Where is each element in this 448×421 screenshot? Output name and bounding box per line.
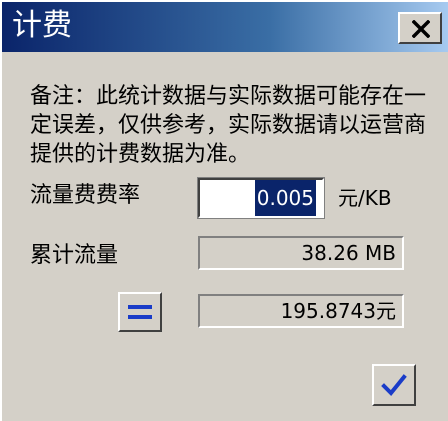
rate-input-value: 0.005: [254, 180, 316, 216]
confirm-button[interactable]: [372, 364, 416, 406]
rate-label: 流量费费率: [30, 183, 141, 208]
total-traffic-field: 38.26 MB: [198, 236, 404, 270]
close-icon: [412, 20, 430, 38]
equals-icon: [128, 305, 152, 319]
checkmark-icon: [381, 374, 407, 396]
billing-dialog: 计费 备注：此统计数据与实际数据可能存在一定误差，仅供参考，实际数据请以运营商提…: [0, 0, 448, 421]
close-button[interactable]: [398, 12, 442, 44]
rate-unit: 元/KB: [338, 186, 392, 210]
rate-input[interactable]: 0.005: [197, 177, 325, 219]
window-title: 计费: [12, 8, 72, 43]
disclaimer-note: 备注：此统计数据与实际数据可能存在一定误差，仅供参考，实际数据请以运营商提供的计…: [30, 84, 427, 167]
cost-field: 195.8743元: [198, 294, 404, 328]
title-bar: 计费: [2, 2, 448, 52]
calculate-button[interactable]: [118, 292, 162, 332]
total-traffic-label: 累计流量: [30, 243, 119, 268]
